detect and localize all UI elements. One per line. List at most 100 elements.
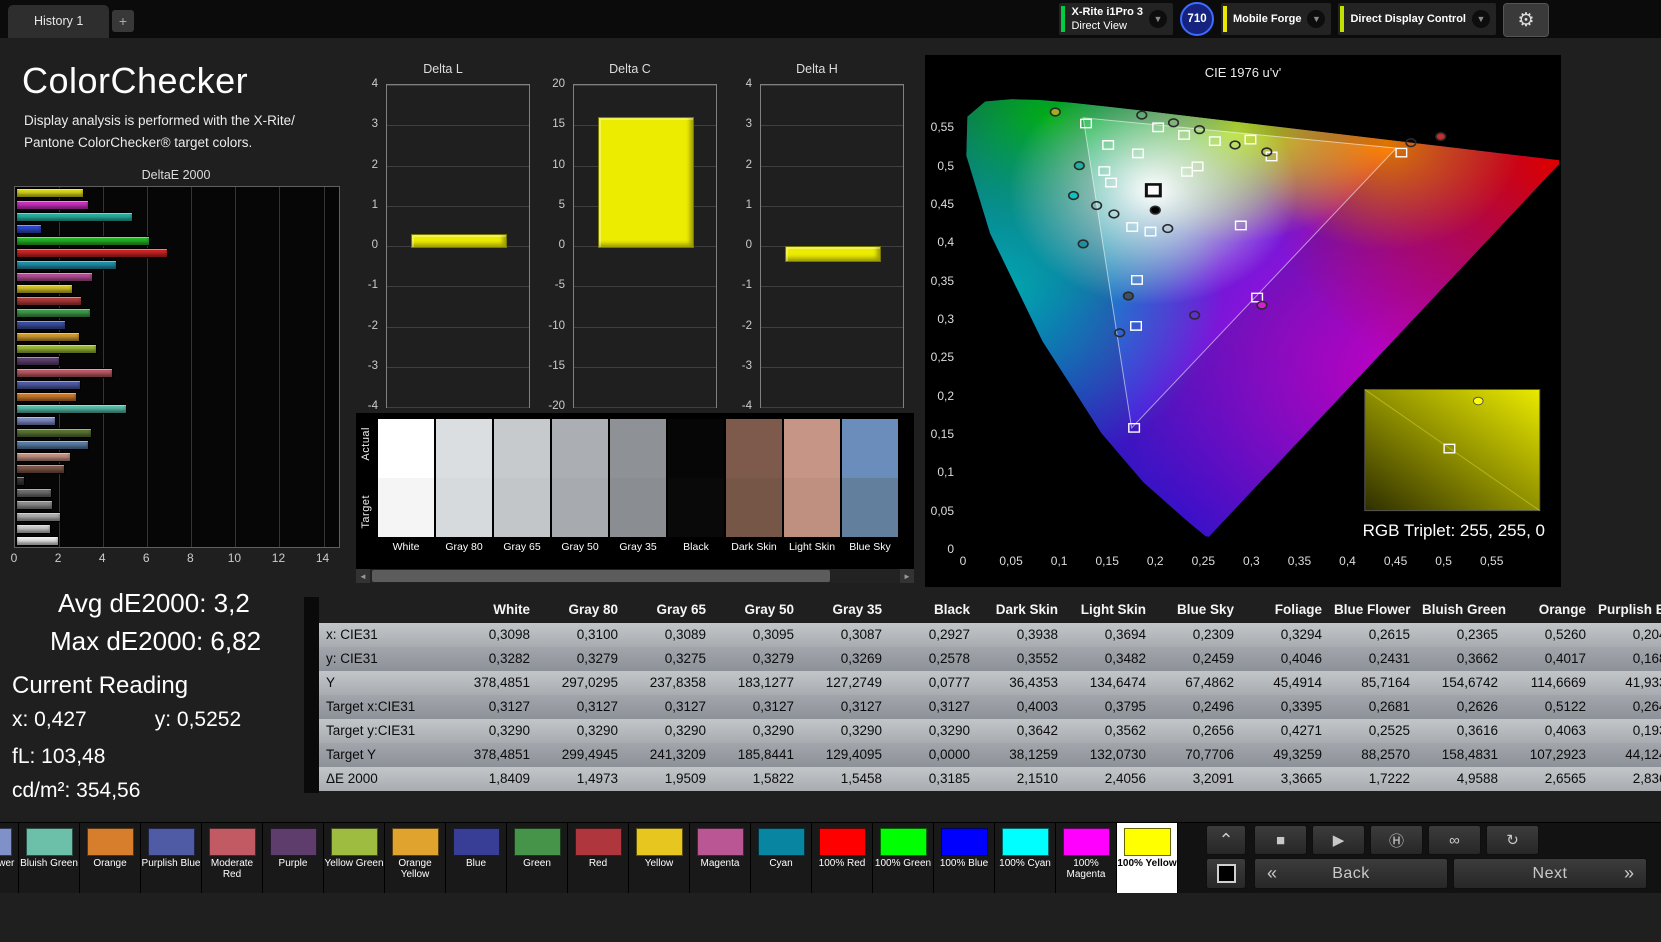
table-column-header: Gray 35 <box>806 597 894 623</box>
cie-title: CIE 1976 u'v' <box>925 65 1561 80</box>
axis-tick-label: 2 <box>55 551 62 565</box>
patch-button[interactable]: Yellow <box>629 823 690 893</box>
table-cell: 1,4973 <box>542 767 630 791</box>
back-button[interactable]: « Back <box>1254 858 1448 889</box>
table-cell: 88,2570 <box>1334 743 1422 767</box>
patch-button[interactable]: Yellow Green <box>324 823 385 893</box>
next-label: Next <box>1533 865 1568 883</box>
axis-tick-label: 10 <box>228 551 241 565</box>
patch-label: Yellow <box>629 858 689 869</box>
chevron-down-icon: ▼ <box>1472 10 1490 28</box>
patch-button[interactable]: 100% Cyan <box>995 823 1056 893</box>
stop-icon-button[interactable]: ■ <box>1254 825 1307 855</box>
colorchecker-swatch: Light Skin <box>784 419 840 553</box>
add-tab-button[interactable]: + <box>112 10 134 32</box>
table-cell: 158,4831 <box>1422 743 1510 767</box>
table-cell: 299,4945 <box>542 743 630 767</box>
deltae-bar <box>16 260 117 270</box>
axis-tick-label: 0,55 <box>1480 554 1503 568</box>
patch-button[interactable]: Purple <box>263 823 324 893</box>
axis-tick-label: 0 <box>11 551 18 565</box>
patch-button[interactable]: 100% Blue <box>934 823 995 893</box>
colorchecker-swatch: Gray 65 <box>494 419 550 553</box>
scroll-left-icon[interactable]: ◄ <box>356 569 370 583</box>
patch-color-chip <box>392 828 439 856</box>
swatch-actual-color <box>784 419 840 478</box>
table-column-header: White <box>454 597 542 623</box>
deltae-bar <box>16 296 82 306</box>
meter-reading-badge[interactable]: 710 <box>1180 2 1214 36</box>
scroll-right-icon[interactable]: ► <box>900 569 914 583</box>
patch-button[interactable]: Magenta <box>690 823 751 893</box>
table-cell: 2,8366 <box>1598 767 1661 791</box>
swatch-target-color <box>842 478 898 537</box>
patch-button[interactable]: 100% Red <box>812 823 873 893</box>
patch-button[interactable]: Bluish Green <box>19 823 80 893</box>
patch-button[interactable]: Blue <box>446 823 507 893</box>
delta-c-y-axis: 20151050-5-10-15-20 <box>539 84 569 406</box>
patch-button[interactable]: Blue Flower <box>0 823 19 893</box>
patch-button[interactable]: 100% Magenta <box>1056 823 1117 893</box>
patch-button[interactable]: 100% Yellow <box>1117 823 1178 893</box>
swatch-label: Gray 80 <box>436 541 492 553</box>
table-row-label: Y <box>304 671 454 695</box>
table-cell: 0,3098 <box>454 623 542 647</box>
table-cell: 0,2431 <box>1334 647 1422 671</box>
patch-button[interactable]: Orange <box>80 823 141 893</box>
letter-h-icon-button[interactable]: Ⓗ <box>1370 825 1423 855</box>
table-cell: 0,3694 <box>1070 623 1158 647</box>
cie-chromaticity-diagram <box>963 89 1559 549</box>
meter-dropdown[interactable]: X-Rite i1Pro 3 Direct View ▼ <box>1059 3 1173 35</box>
patch-color-chip <box>636 828 683 856</box>
tab-history-1[interactable]: History 1 <box>8 5 109 38</box>
table-cell: 41,9337 <box>1598 671 1661 695</box>
next-button[interactable]: Next » <box>1453 858 1647 889</box>
pattern-source-dropdown[interactable]: Mobile Forge ▼ <box>1221 3 1331 35</box>
table-cell: 36,4353 <box>982 671 1070 695</box>
gridline <box>387 166 529 167</box>
display-control-dropdown[interactable]: Direct Display Control ▼ <box>1338 3 1496 35</box>
table-cell: 0,2496 <box>1158 695 1246 719</box>
table-column-header: Gray 50 <box>718 597 806 623</box>
reading-cdm2-value: cd/m²: 354,56 <box>12 779 140 803</box>
scrollbar-track[interactable] <box>370 569 900 583</box>
swatch-scrollbar[interactable]: ◄ ► <box>356 569 914 583</box>
measured-point <box>1050 108 1060 116</box>
delta-value-bar <box>411 234 507 248</box>
patch-button[interactable]: Green <box>507 823 568 893</box>
axis-tick-label: -1 <box>742 279 752 291</box>
table-cell: 0,3290 <box>894 719 982 743</box>
play-icon-button[interactable]: ▶ <box>1312 825 1365 855</box>
delta-value-bar <box>785 246 881 262</box>
patch-button[interactable]: Orange Yellow <box>385 823 446 893</box>
collapse-up-button[interactable]: ⌃ <box>1206 825 1246 855</box>
patch-button[interactable]: Red <box>568 823 629 893</box>
target-row-label: Target <box>360 495 372 529</box>
table-cell: 44,1245 <box>1598 743 1661 767</box>
table-cell: 237,8358 <box>630 671 718 695</box>
table-cell: 0,4046 <box>1246 647 1334 671</box>
table-row-label: x: CIE31 <box>304 623 454 647</box>
gear-icon[interactable]: ⚙ <box>1503 3 1549 37</box>
stop-icon: ■ <box>1276 832 1285 849</box>
patch-button[interactable]: 100% Green <box>873 823 934 893</box>
deltae-bar <box>16 308 91 318</box>
infinity-icon-button[interactable]: ∞ <box>1428 825 1481 855</box>
table-cell: 0,3279 <box>542 647 630 671</box>
patch-button[interactable]: Cyan <box>751 823 812 893</box>
patch-color-chip <box>880 828 927 856</box>
refresh-icon-button[interactable]: ↻ <box>1486 825 1539 855</box>
delta-value-bar <box>598 117 694 248</box>
scrollbar-thumb[interactable] <box>372 570 830 582</box>
play-icon: ▶ <box>1333 831 1345 849</box>
blank-screen-button[interactable] <box>1206 858 1246 889</box>
patch-button[interactable]: Purplish Blue <box>141 823 202 893</box>
gridline <box>387 407 529 408</box>
meter-label: X-Rite i1Pro 3 Direct View <box>1071 5 1143 34</box>
table-cell: 0,2927 <box>894 623 982 647</box>
table-cell: 85,7164 <box>1334 671 1422 695</box>
patch-button[interactable]: Moderate Red <box>202 823 263 893</box>
axis-tick-label: 12 <box>272 551 285 565</box>
current-reading-xy: x: 0,427 y: 0,5252 <box>12 708 241 732</box>
deltae-bar <box>16 224 42 234</box>
